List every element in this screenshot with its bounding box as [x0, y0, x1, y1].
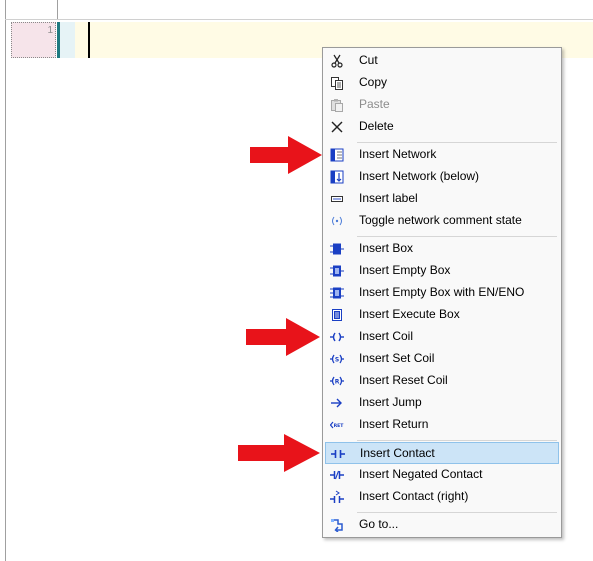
menu-item-label: Insert Jump — [359, 395, 422, 409]
insert-set-coil-icon: S — [330, 352, 344, 366]
network-number: 1 — [47, 25, 53, 36]
insert-jump-icon — [330, 396, 344, 410]
menu-item-label: Insert Contact — [360, 446, 435, 460]
delete-x-icon — [330, 120, 344, 134]
menu-item-insert-contact[interactable]: Insert Contact — [325, 442, 559, 464]
menu-item-label: Insert Execute Box — [359, 307, 460, 321]
menu-item-label: Delete — [359, 119, 394, 133]
svg-text:RET: RET — [334, 423, 344, 429]
editor-column-divider — [57, 0, 58, 20]
menu-item-label: Insert label — [359, 191, 418, 205]
menu-item-label: Insert Empty Box — [359, 263, 451, 277]
menu-item-insert-label[interactable]: Insert label — [325, 188, 559, 210]
menu-item-label: Paste — [359, 97, 390, 111]
insert-network-below-icon — [330, 170, 344, 184]
menu-item-label: Insert Coil — [359, 329, 414, 343]
menu-item-insert-return[interactable]: RET Insert Return — [325, 414, 559, 436]
menu-item-label: Copy — [359, 75, 388, 89]
menu-item-paste[interactable]: Paste — [325, 94, 559, 116]
menu-item-insert-negated-contact[interactable]: Insert Negated Contact — [325, 464, 559, 486]
menu-item-label: Insert Contact (right) — [359, 489, 469, 503]
menu-item-label: Insert Network — [359, 147, 437, 161]
editor-left-border — [5, 0, 6, 561]
menu-separator — [357, 440, 557, 441]
scissors-icon — [330, 54, 344, 68]
svg-text:S: S — [335, 357, 339, 364]
menu-item-label: Toggle network comment state — [359, 213, 522, 227]
menu-item-insert-box[interactable]: Insert Box — [325, 238, 559, 260]
menu-item-toggle-comment[interactable]: Toggle network comment state — [325, 210, 559, 232]
menu-item-label: Insert Negated Contact — [359, 467, 483, 481]
toggle-comment-icon — [330, 214, 344, 228]
insert-label-icon — [330, 192, 344, 206]
insert-execute-box-icon — [330, 308, 344, 322]
svg-text:R: R — [335, 379, 340, 386]
text-caret — [88, 22, 90, 58]
arrow-to-insert-coil — [246, 318, 320, 356]
menu-item-insert-jump[interactable]: Insert Jump — [325, 392, 559, 414]
menu-item-delete[interactable]: Delete — [325, 116, 559, 138]
menu-item-insert-network-below[interactable]: Insert Network (below) — [325, 166, 559, 188]
menu-item-label: Cut — [359, 53, 378, 67]
paste-icon — [330, 98, 344, 112]
menu-item-label: Insert Network (below) — [359, 169, 480, 183]
menu-separator — [357, 142, 557, 143]
menu-item-insert-contact-right[interactable]: Insert Contact (right) — [325, 486, 559, 508]
menu-item-insert-empty-box[interactable]: Insert Empty Box — [325, 260, 559, 282]
context-menu: Cut Copy Paste Delete Insert Network Ins… — [322, 47, 562, 538]
menu-item-insert-coil[interactable]: Insert Coil — [325, 326, 559, 348]
menu-item-insert-execute-box[interactable]: Insert Execute Box — [325, 304, 559, 326]
insert-negated-contact-icon — [330, 468, 344, 482]
menu-item-label: Insert Reset Coil — [359, 373, 448, 387]
insert-contact-icon — [331, 447, 345, 461]
insert-reset-coil-icon: R — [330, 374, 344, 388]
menu-item-insert-empty-box-en-eno[interactable]: Insert Empty Box with EN/ENO — [325, 282, 559, 304]
network-number-cell[interactable]: 1 — [11, 22, 56, 58]
menu-item-goto[interactable]: Go to... — [325, 514, 559, 536]
menu-item-label: Go to... — [359, 517, 399, 531]
insert-empty-box-icon — [330, 264, 344, 278]
menu-item-insert-network[interactable]: Insert Network — [325, 144, 559, 166]
copy-icon — [330, 76, 344, 90]
menu-item-label: Insert Empty Box with EN/ENO — [359, 285, 525, 299]
network-gutter — [60, 22, 75, 58]
insert-network-icon — [330, 148, 344, 162]
arrow-to-insert-network — [250, 136, 322, 174]
menu-item-copy[interactable]: Copy — [325, 72, 559, 94]
menu-item-label: Insert Return — [359, 417, 429, 431]
insert-contact-right-icon — [330, 490, 344, 504]
insert-empty-box-en-eno-icon — [330, 286, 344, 300]
insert-coil-icon — [330, 330, 344, 344]
goto-icon — [330, 518, 344, 532]
menu-item-cut[interactable]: Cut — [325, 50, 559, 72]
insert-box-icon — [330, 242, 344, 256]
menu-item-label: Insert Set Coil — [359, 351, 435, 365]
insert-return-icon: RET — [330, 418, 344, 432]
menu-item-insert-reset-coil[interactable]: R Insert Reset Coil — [325, 370, 559, 392]
arrow-to-insert-contact — [238, 434, 320, 472]
menu-separator — [357, 512, 557, 513]
menu-separator — [357, 236, 557, 237]
menu-item-label: Insert Box — [359, 241, 414, 255]
menu-item-insert-set-coil[interactable]: S Insert Set Coil — [325, 348, 559, 370]
